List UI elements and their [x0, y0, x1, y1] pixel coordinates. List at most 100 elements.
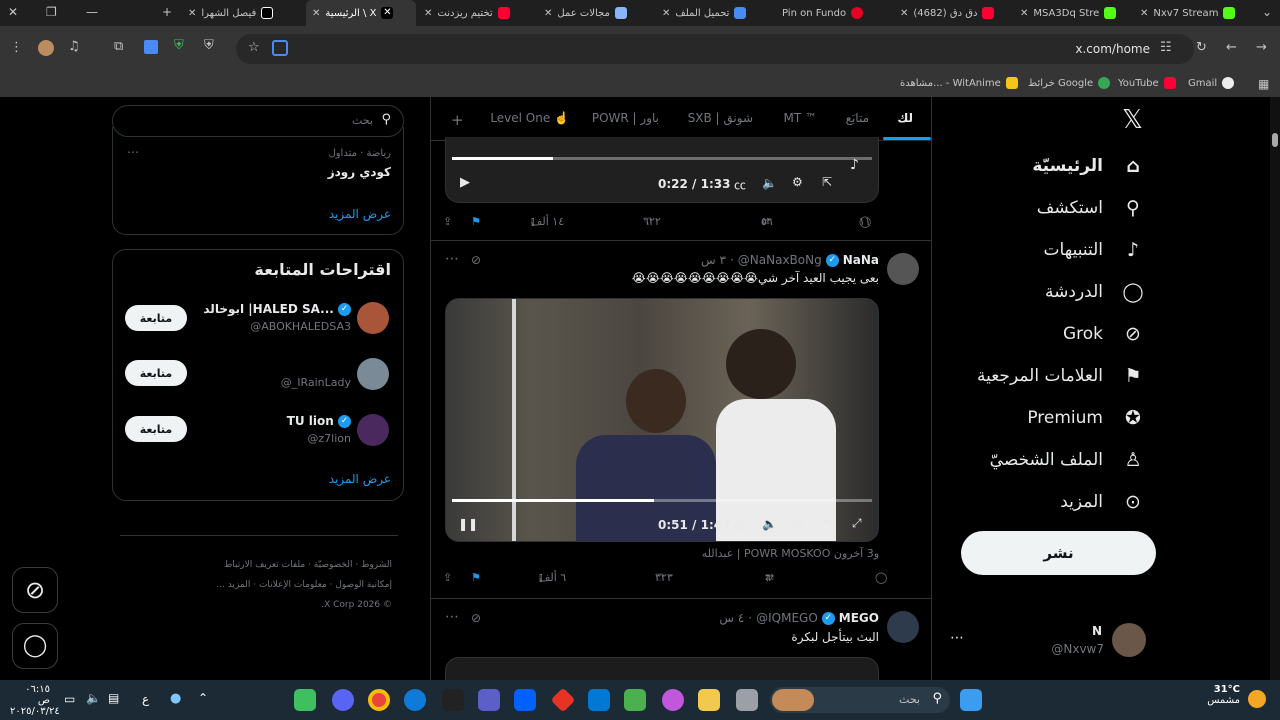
- windows-start-icon[interactable]: [960, 689, 982, 711]
- network-icon[interactable]: ▤: [108, 691, 119, 705]
- retweet-button[interactable]: ٥٦ ⇄: [761, 215, 773, 228]
- follow-button[interactable]: متابعة: [125, 416, 187, 442]
- video-progress-bar[interactable]: [452, 499, 872, 502]
- share-icon[interactable]: ⇪: [443, 215, 452, 228]
- like-button[interactable]: ٦٢٢ ♡: [643, 215, 661, 228]
- task-view-icon[interactable]: [736, 689, 758, 711]
- tray-chevron-icon[interactable]: ⌃: [198, 691, 208, 705]
- account-more-icon[interactable]: ⋯: [950, 630, 964, 646]
- extensions-icon[interactable]: ⧉: [114, 39, 123, 54]
- tagged-users[interactable]: عبدالله | POWR MOSKOO و3 آخرون: [702, 547, 879, 560]
- store-icon[interactable]: [624, 689, 646, 711]
- share-icon[interactable]: ⇪: [443, 571, 452, 584]
- mic-icon[interactable]: ●: [170, 691, 181, 706]
- epic-games-icon[interactable]: [442, 689, 464, 711]
- menu-dots-icon[interactable]: ⋮: [10, 40, 23, 55]
- bookmark-gmail[interactable]: Gmail: [1188, 77, 1235, 89]
- volume-icon[interactable]: 🔈: [762, 176, 777, 190]
- tweet-time[interactable]: ٣ س: [701, 253, 726, 267]
- reply-button[interactable]: ١١ ◯: [859, 215, 871, 228]
- suggestion1-avatar[interactable]: [357, 302, 389, 334]
- suggestion3-avatar[interactable]: [357, 414, 389, 446]
- profile-avatar[interactable]: [38, 40, 54, 56]
- footer-more[interactable]: المزيد ...: [216, 580, 250, 590]
- x-logo-icon[interactable]: 𝕏: [1122, 105, 1143, 135]
- shield-icon[interactable]: ⛨: [174, 38, 184, 53]
- app-icon[interactable]: [294, 689, 316, 711]
- media-icon[interactable]: ♫: [68, 39, 80, 54]
- tab-powr[interactable]: POWR | باور: [592, 111, 659, 125]
- nav-bookmarks[interactable]: العلامات المرجعية ⚑: [977, 365, 1145, 387]
- nav-home[interactable]: الرئيسيّة ⌂: [1032, 155, 1145, 177]
- dropbox-icon[interactable]: [514, 689, 536, 711]
- tab-mt[interactable]: MT ™: [784, 111, 818, 125]
- play-icon[interactable]: ▶: [460, 175, 470, 190]
- tweet-author[interactable]: MEGO: [839, 611, 879, 625]
- page-scrollbar[interactable]: [1270, 97, 1280, 680]
- mail-icon[interactable]: [588, 689, 610, 711]
- nav-more[interactable]: المزيد ⊙: [1060, 491, 1145, 513]
- bookmark-witanime[interactable]: مشاهدة... - WitAnime: [900, 77, 1018, 89]
- tweet-more-icon[interactable]: ⋯: [445, 251, 459, 267]
- tab-8-active[interactable]: ✕ الرئيسية \ X ✕: [306, 0, 416, 26]
- suggestion3-name[interactable]: TU lion ✓: [287, 414, 351, 428]
- speaker-icon[interactable]: 🔈: [86, 691, 101, 705]
- grok-explain-icon[interactable]: ⊘: [471, 611, 481, 625]
- bookmark-maps[interactable]: خرائط Google: [1028, 77, 1111, 89]
- tab-1[interactable]: ✕ Nxv7 Stream: [1140, 0, 1252, 26]
- battery-icon[interactable]: ▭: [64, 692, 75, 706]
- site-settings-icon[interactable]: ☷: [1160, 40, 1172, 55]
- follow-button[interactable]: متابعة: [125, 360, 187, 386]
- tweet1-video[interactable]: ▶ 0:22 / 1:33 ㏄ 🔈 ⚙ ⇱ ♪: [445, 137, 879, 203]
- reply-button[interactable]: ◯: [875, 571, 887, 584]
- settings-icon[interactable]: ⚙: [792, 175, 803, 189]
- bookmark-icon[interactable]: ⚑: [471, 215, 481, 228]
- fullscreen-icon[interactable]: ⤢: [852, 516, 862, 531]
- footer-ads[interactable]: معلومات الإعلانات: [259, 580, 327, 590]
- discord-icon[interactable]: [332, 689, 354, 711]
- app-icon[interactable]: [550, 687, 576, 713]
- copilot-icon[interactable]: [662, 689, 684, 711]
- tab-following[interactable]: متابَع: [846, 111, 869, 125]
- nav-notifications[interactable]: التنبيهات ♪: [1044, 239, 1145, 261]
- tab-search-icon[interactable]: ⌄: [1262, 5, 1272, 19]
- show-more-link[interactable]: عرض المزيد: [329, 207, 391, 221]
- weather-widget[interactable]: 31°C مشمس: [1200, 684, 1240, 706]
- messages-float-icon[interactable]: ◯: [12, 623, 58, 669]
- tweet2-video[interactable]: ❚❚ 0:51 / 1:47 ㏄ 🔈 ⚙ ⇱ ⤢: [445, 298, 879, 542]
- restore-window-icon[interactable]: ❐: [46, 5, 57, 19]
- tab-close-icon[interactable]: ✕: [544, 8, 552, 19]
- suggestion1-handle[interactable]: @ABOKHALEDSA3: [250, 320, 351, 333]
- tab-close-icon[interactable]: ✕: [312, 8, 320, 19]
- retweet-button[interactable]: ٦ ⇄: [765, 571, 774, 584]
- captions-icon[interactable]: ㏄: [734, 517, 746, 534]
- tab-6[interactable]: ✕ مجالات عمل: [544, 0, 654, 26]
- like-button[interactable]: ٣٢٣ ♡: [655, 571, 673, 584]
- tab-7[interactable]: ✕ تختيم ريزدنت: [424, 0, 534, 26]
- views-button[interactable]: ٦ ألف ⫾: [539, 571, 566, 585]
- chrome-icon[interactable]: [368, 689, 390, 711]
- tweet3-media[interactable]: [445, 657, 879, 680]
- tab-3[interactable]: ✕ (4682) دق دق: [900, 0, 1015, 26]
- cast-icon[interactable]: [272, 40, 288, 56]
- follow-button[interactable]: متابعة: [125, 305, 187, 331]
- tweet-handle[interactable]: @IQMEGO: [756, 611, 818, 625]
- trend-more-icon[interactable]: ⋯: [127, 145, 139, 159]
- grok-explain-icon[interactable]: ⊘: [471, 253, 481, 267]
- footer-terms[interactable]: الشروط: [361, 560, 392, 570]
- tweet2-avatar[interactable]: [887, 253, 919, 285]
- clock[interactable]: ٠٦:١٥ ص ٢٠٢٥/٠٣/٢٤: [10, 684, 60, 717]
- tweet-author[interactable]: NaNa: [843, 253, 879, 267]
- tab-level-one[interactable]: Level One ☝️: [490, 111, 569, 125]
- add-tab-button[interactable]: +: [451, 111, 464, 129]
- settings-icon[interactable]: ⚙: [792, 516, 803, 530]
- pause-icon[interactable]: ❚❚: [458, 517, 478, 531]
- footer-cookies[interactable]: ملفات تعريف الارتباط: [224, 560, 305, 570]
- views-button[interactable]: ١٤ ألف ⫾: [531, 215, 564, 229]
- footer-accessibility[interactable]: إمكانية الوصول: [335, 580, 392, 590]
- adblock-icon[interactable]: ⛨: [204, 38, 214, 53]
- bookmark-icon[interactable]: ⚑: [471, 571, 481, 584]
- trend-title[interactable]: كودي رودز: [328, 165, 391, 179]
- tweet-time[interactable]: ٤ س: [719, 611, 744, 625]
- file-explorer-icon[interactable]: [698, 689, 720, 711]
